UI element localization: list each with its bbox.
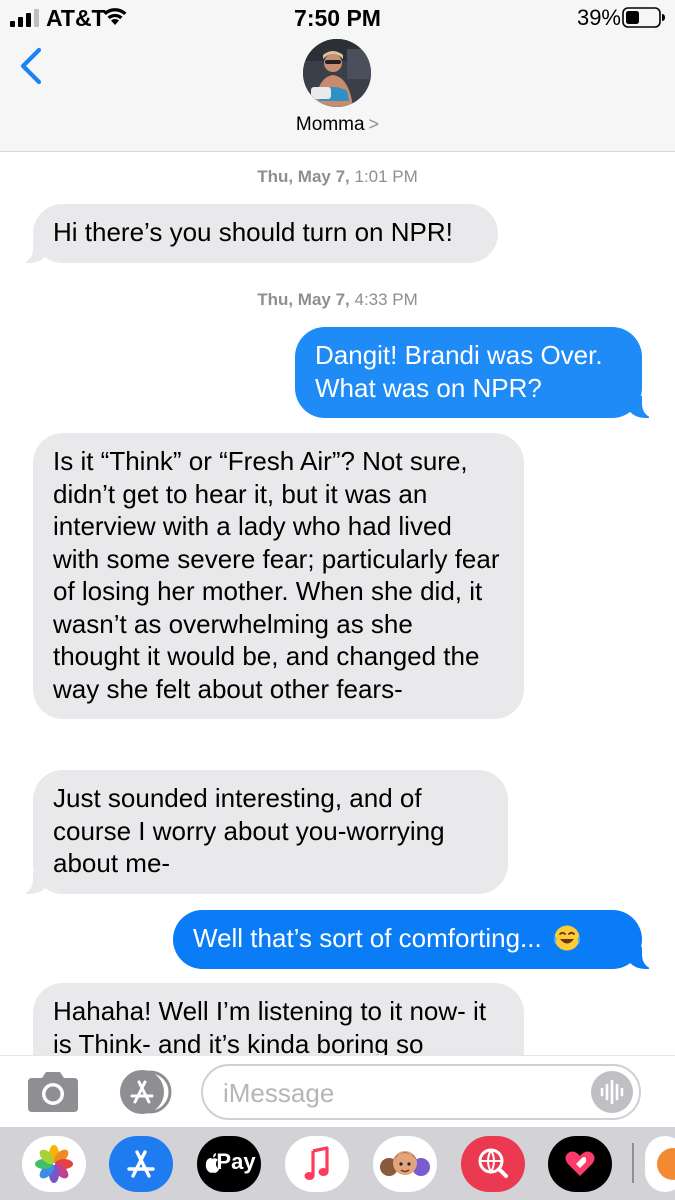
apple-pay-button[interactable]: Pay <box>197 1136 261 1192</box>
message-text: Dangit! Brandi was Over. What was on NPR… <box>315 340 603 403</box>
received-message-bubble[interactable]: Is it “Think” or “Fresh Air”? Not sure, … <box>33 433 524 719</box>
memoji-icon <box>380 1151 430 1176</box>
contact-avatar[interactable] <box>303 39 371 107</box>
message-text: Hahaha! Well I’m listening to it now- it… <box>53 996 487 1059</box>
contact-details-chevron: > <box>368 114 380 134</box>
received-message-bubble[interactable]: Hi there’s you should turn on NPR! <box>21 204 498 263</box>
message-text: Well that’s sort of comforting... <box>193 923 542 953</box>
app-store-icon <box>127 1150 155 1178</box>
contact-name-label: Momma <box>295 114 365 135</box>
contact-name[interactable]: Momma > <box>0 114 675 136</box>
message-timestamp: Thu, May 7, 4:33 PM <box>0 290 675 310</box>
sent-message-bubble[interactable]: Well that’s sort of comforting... <box>173 910 654 969</box>
waveform-icon <box>600 1079 624 1105</box>
sent-message-bubble[interactable]: Dangit! Brandi was Over. What was on NPR… <box>295 327 654 418</box>
heart-touch-icon <box>565 1151 595 1176</box>
memoji-app-button[interactable] <box>373 1136 437 1192</box>
timestamp-time: 4:33 PM <box>349 290 418 309</box>
message-input-bar <box>0 1055 675 1127</box>
contact-photo <box>303 39 371 107</box>
face-with-tears-of-joy-icon <box>553 925 580 951</box>
apple-pay-label: Pay <box>216 1149 256 1174</box>
more-apps-button[interactable] <box>645 1136 675 1192</box>
message-text: Hi there’s you should turn on NPR! <box>53 217 453 247</box>
imessage-input-field[interactable] <box>201 1064 641 1120</box>
web-search-app-button[interactable] <box>461 1136 525 1192</box>
music-note-icon <box>304 1146 329 1180</box>
app-store-button[interactable] <box>109 1136 173 1192</box>
digital-touch-app-button[interactable] <box>548 1136 612 1192</box>
app-icon-partial <box>657 1148 675 1180</box>
received-message-bubble[interactable]: Just sounded interesting, and of course … <box>21 770 508 894</box>
timestamp-time: 1:01 PM <box>349 167 418 186</box>
camera-icon[interactable] <box>26 1068 80 1114</box>
music-app-button[interactable] <box>285 1136 349 1192</box>
app-store-apps-icon[interactable] <box>112 1068 174 1116</box>
imessage-input[interactable] <box>223 1076 583 1110</box>
battery-percentage: 39% <box>576 5 621 30</box>
status-time: 7:50 PM <box>294 5 381 31</box>
photos-app-button[interactable] <box>22 1136 86 1192</box>
timestamp-day: Thu, May 7, <box>257 290 350 309</box>
message-text: Is it “Think” or “Fresh Air”? Not sure, … <box>53 446 500 704</box>
status-bar: AT&T 7:50 PM 39% <box>0 0 675 36</box>
message-timestamp: Thu, May 7, 1:01 PM <box>0 167 675 187</box>
drawer-divider <box>632 1143 634 1183</box>
conversation-header: AT&T 7:50 PM 39% Momma > <box>0 0 675 152</box>
message-text: Just sounded interesting, and of course … <box>53 783 445 878</box>
imessage-app-drawer: Pay <box>0 1127 675 1200</box>
photos-icon <box>35 1145 73 1183</box>
globe-search-icon <box>478 1148 508 1178</box>
battery-icon <box>622 7 665 28</box>
timestamp-day: Thu, May 7, <box>257 167 350 186</box>
back-chevron-icon[interactable] <box>18 47 44 85</box>
audio-message-button[interactable] <box>591 1071 633 1113</box>
